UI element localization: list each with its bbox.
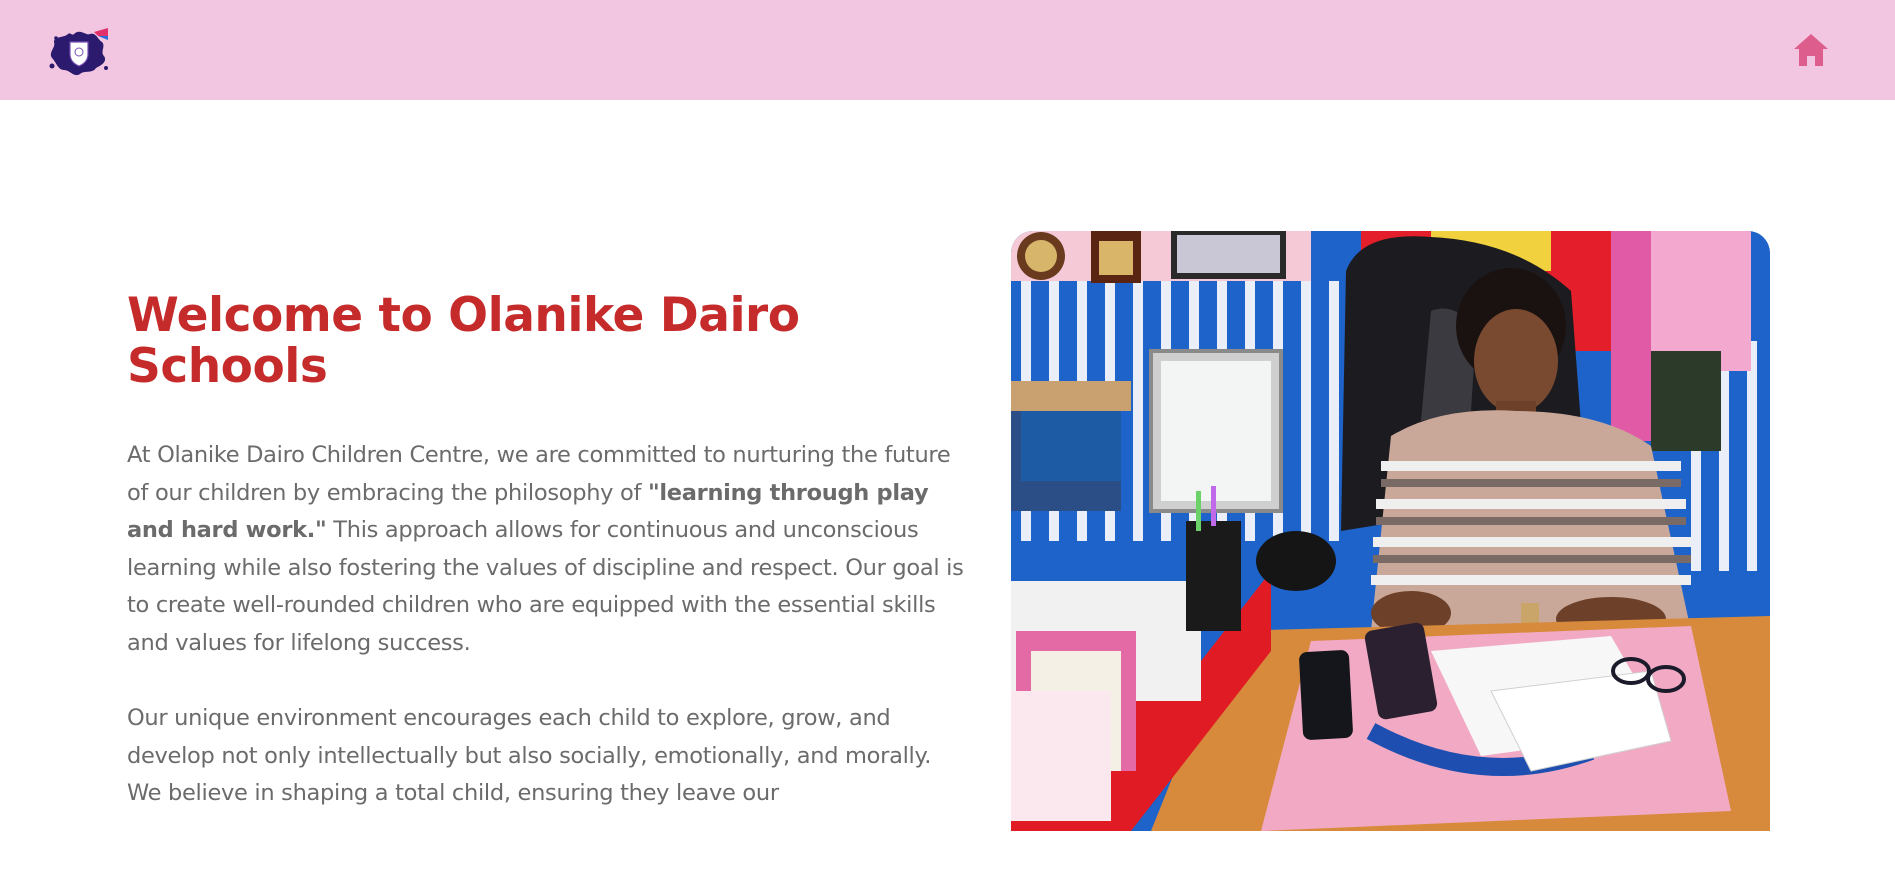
school-crest-logo-icon (49, 28, 108, 76)
environment-paragraph: Our unique environment encourages each c… (127, 705, 932, 806)
director-photo (1011, 231, 1770, 831)
home-button[interactable] (1792, 32, 1830, 68)
school-logo[interactable] (46, 26, 112, 78)
director-at-desk-photo-icon (1011, 231, 1770, 831)
hero-title: Welcome to Olanike Dairo Schools (127, 288, 800, 394)
intro-paragraph: At Olanike Dairo Children Centre, we are… (127, 437, 967, 662)
home-icon (1794, 34, 1828, 66)
navbar (0, 0, 1895, 100)
